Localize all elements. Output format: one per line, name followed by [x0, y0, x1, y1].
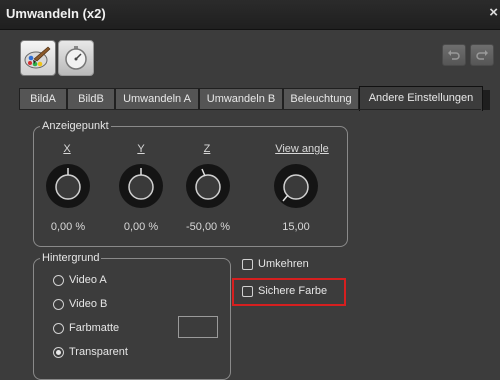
radio-video-b-label: Video B — [69, 298, 108, 310]
umkehren-checkbox[interactable]: Umkehren — [242, 258, 309, 270]
knob-x-value: 0,00 % — [50, 221, 86, 233]
tab-umwandeln-b[interactable]: Umwandeln B — [199, 88, 283, 109]
undo-icon — [448, 50, 460, 60]
knob-view-angle-label: View angle — [275, 143, 329, 155]
undo-button[interactable] — [442, 44, 466, 66]
redo-icon — [476, 50, 488, 60]
title-bar: Umwandeln (x2) × — [0, 0, 500, 30]
knob-y[interactable] — [118, 163, 164, 209]
farbmatte-color-swatch[interactable] — [178, 316, 218, 338]
knob-z[interactable] — [185, 163, 231, 209]
knob-x-label: X — [63, 143, 71, 155]
hintergrund-label: Hintergrund — [40, 252, 102, 264]
stopwatch-icon — [65, 46, 87, 70]
tab-beleuchtung[interactable]: Beleuchtung — [283, 88, 359, 109]
umkehren-label: Umkehren — [258, 258, 309, 270]
radio-video-a[interactable]: Video A — [53, 274, 107, 286]
tab-bilda[interactable]: BildA — [19, 88, 67, 109]
close-icon[interactable]: × — [489, 4, 498, 21]
knob-y-value: 0,00 % — [123, 221, 159, 233]
redo-button[interactable] — [470, 44, 494, 66]
checkbox[interactable] — [242, 258, 253, 270]
tab-panel-divider — [19, 109, 481, 110]
radio-farbmatte[interactable]: Farbmatte — [53, 322, 119, 334]
timer-tool-button[interactable] — [58, 40, 94, 76]
knob-z-label: Z — [203, 143, 211, 155]
tab-umwandeln-a[interactable]: Umwandeln A — [115, 88, 199, 109]
palette-tool-button[interactable] — [20, 40, 56, 76]
tab-andere-einstellungen[interactable]: Andere Einstellungen — [359, 86, 490, 111]
radio-farbmatte-label: Farbmatte — [69, 322, 120, 334]
knob-view-angle[interactable] — [273, 163, 319, 209]
radio-button[interactable] — [53, 274, 64, 286]
radio-video-a-label: Video A — [69, 274, 107, 286]
radio-button[interactable] — [53, 322, 64, 334]
anzeigepunkt-label: Anzeigepunkt — [40, 120, 111, 132]
window-title: Umwandeln (x2) — [6, 6, 106, 21]
knob-x[interactable] — [45, 163, 91, 209]
radio-button-selected[interactable] — [53, 346, 64, 358]
knob-y-label: Y — [137, 143, 145, 155]
red-highlight-box — [232, 278, 346, 306]
knob-z-value: -50,00 % — [185, 221, 231, 233]
radio-button[interactable] — [53, 298, 64, 310]
tab-bildb[interactable]: BildB — [67, 88, 115, 109]
palette-brush-icon — [24, 46, 51, 69]
radio-video-b[interactable]: Video B — [53, 298, 107, 310]
knob-view-angle-value: 15,00 — [282, 221, 310, 233]
radio-transparent-label: Transparent — [69, 346, 128, 358]
radio-transparent[interactable]: Transparent — [53, 346, 128, 358]
